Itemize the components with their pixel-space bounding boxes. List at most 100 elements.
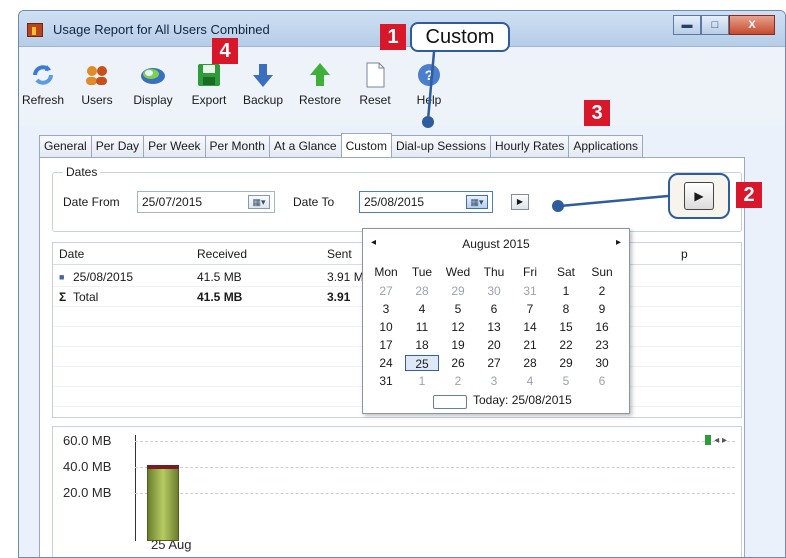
calendar-day[interactable]: 31 xyxy=(513,283,547,299)
calendar-day[interactable]: 31 xyxy=(369,373,403,389)
col-sent[interactable]: Sent xyxy=(327,247,352,261)
calendar-day[interactable]: 23 xyxy=(585,337,619,353)
calendar-day[interactable]: 13 xyxy=(477,319,511,335)
calendar-day[interactable]: 15 xyxy=(549,319,583,335)
calendar-day[interactable]: 19 xyxy=(441,337,475,353)
calendar-day[interactable]: 8 xyxy=(549,301,583,317)
maximize-button[interactable]: □ xyxy=(701,15,729,35)
weekday-header: Fri xyxy=(523,265,537,279)
today-marker xyxy=(433,395,467,409)
display-icon xyxy=(139,61,167,89)
grid-line xyxy=(135,441,735,442)
close-button[interactable]: X xyxy=(729,15,775,35)
col-extra[interactable]: p xyxy=(681,247,688,261)
calendar-popup: ◂ August 2015 ▸ Mon Tue Wed Thu Fri Sat Sun 27 2… xyxy=(362,228,630,414)
calendar-day[interactable]: 22 xyxy=(549,337,583,353)
calendar-dropdown-icon[interactable]: ▦▾ xyxy=(248,195,270,209)
tab-general[interactable]: General xyxy=(39,135,92,157)
calendar-day[interactable]: 1 xyxy=(549,283,583,299)
y-tick-label: 20.0 MB xyxy=(63,485,112,500)
tab-applications[interactable]: Applications xyxy=(568,135,644,157)
tab-per-month[interactable]: Per Month xyxy=(204,135,270,157)
calendar-day[interactable]: 24 xyxy=(369,355,403,371)
zoomed-go-button: ▶ xyxy=(668,173,730,219)
calendar-day[interactable]: 6 xyxy=(477,301,511,317)
calendar-day[interactable]: 14 xyxy=(513,319,547,335)
calendar-day[interactable]: 4 xyxy=(405,301,439,317)
help-icon: ? xyxy=(415,61,443,89)
date-to-field[interactable]: 25/08/2015 ▦▾ xyxy=(359,191,493,213)
tab-at-a-glance[interactable]: At a Glance xyxy=(268,135,342,157)
calendar-day[interactable]: 16 xyxy=(585,319,619,335)
app-icon xyxy=(27,23,43,37)
calendar-day[interactable]: 7 xyxy=(513,301,547,317)
calendar-day[interactable]: 2 xyxy=(441,373,475,389)
weekday-header: Sun xyxy=(591,265,613,279)
calendar-day[interactable]: 26 xyxy=(441,355,475,371)
date-to-label: Date To xyxy=(293,195,335,209)
calendar-day[interactable]: 12 xyxy=(441,319,475,335)
tab-per-week[interactable]: Per Week xyxy=(143,135,206,157)
minimize-button[interactable]: ▬ xyxy=(673,15,701,35)
calendar-day[interactable]: 11 xyxy=(405,319,439,335)
next-month-button[interactable]: ▸ xyxy=(616,237,621,248)
go-button[interactable]: ▶ xyxy=(511,194,529,210)
col-received[interactable]: Received xyxy=(197,247,247,261)
calendar-day[interactable]: 3 xyxy=(477,373,511,389)
calendar-day[interactable]: 20 xyxy=(477,337,511,353)
annotation-badge-3: 3 xyxy=(584,100,610,126)
calendar-day[interactable]: 28 xyxy=(513,355,547,371)
calendar-day[interactable]: 5 xyxy=(441,301,475,317)
calendar-day[interactable]: 18 xyxy=(405,337,439,353)
save-icon xyxy=(195,61,223,89)
svg-text:?: ? xyxy=(425,67,434,83)
calendar-day[interactable]: 28 xyxy=(405,283,439,299)
weekday-header: Wed xyxy=(445,265,471,279)
restore-button[interactable]: Restore xyxy=(295,61,345,107)
calendar-day[interactable]: 30 xyxy=(477,283,511,299)
calendar-day[interactable]: 29 xyxy=(549,355,583,371)
calendar-day[interactable]: 30 xyxy=(585,355,619,371)
calendar-day[interactable]: 5 xyxy=(549,373,583,389)
date-from-field[interactable]: 25/07/2015 ▦▾ xyxy=(137,191,275,213)
today-link[interactable]: Today: 25/08/2015 xyxy=(473,393,572,407)
weekday-header: Sat xyxy=(556,265,575,279)
tab-per-day[interactable]: Per Day xyxy=(90,135,145,157)
calendar-dropdown-icon[interactable]: ▦▾ xyxy=(466,195,488,209)
calendar-day[interactable]: 25 xyxy=(405,355,439,371)
blank-page-icon xyxy=(361,61,389,89)
col-date[interactable]: Date xyxy=(59,247,84,261)
calendar-day[interactable]: 29 xyxy=(441,283,475,299)
calendar-day[interactable]: 2 xyxy=(585,283,619,299)
scroll-left-icon[interactable]: ◂ xyxy=(714,435,719,446)
calendar-day[interactable]: 17 xyxy=(369,337,403,353)
calendar-day[interactable]: 9 xyxy=(585,301,619,317)
play-icon: ▶ xyxy=(684,182,714,210)
calendar-day[interactable]: 1 xyxy=(405,373,439,389)
reset-button[interactable]: Reset xyxy=(355,61,395,107)
tab-custom[interactable]: Custom xyxy=(340,133,392,157)
refresh-icon xyxy=(29,61,57,89)
annotation-badge-2: 2 xyxy=(736,182,762,208)
refresh-button[interactable]: Refresh xyxy=(21,61,65,107)
tab-strip: General Per Day Per Week Per Month At a … xyxy=(39,133,644,157)
calendar-day[interactable]: 6 xyxy=(585,373,619,389)
export-button[interactable]: Export xyxy=(187,61,231,107)
help-button[interactable]: ? Help xyxy=(411,61,447,107)
calendar-day[interactable]: 10 xyxy=(369,319,403,335)
users-button[interactable]: Users xyxy=(79,61,115,107)
calendar-day[interactable]: 4 xyxy=(513,373,547,389)
backup-button[interactable]: Backup xyxy=(241,61,285,107)
calendar-day[interactable]: 27 xyxy=(477,355,511,371)
calendar-day[interactable]: 21 xyxy=(513,337,547,353)
calendar-month-title[interactable]: August 2015 xyxy=(363,237,629,251)
chart-scroll-controls[interactable]: ◂ ▸ xyxy=(705,435,727,446)
users-icon xyxy=(83,61,111,89)
tab-hourly-rates[interactable]: Hourly Rates xyxy=(489,135,570,157)
scroll-right-icon[interactable]: ▸ xyxy=(722,435,727,446)
calendar-day[interactable]: 3 xyxy=(369,301,403,317)
tab-dialup-sessions[interactable]: Dial-up Sessions xyxy=(390,135,491,157)
calendar-day[interactable]: 27 xyxy=(369,283,403,299)
display-button[interactable]: Display xyxy=(131,61,175,107)
chart-bar[interactable] xyxy=(147,465,179,541)
